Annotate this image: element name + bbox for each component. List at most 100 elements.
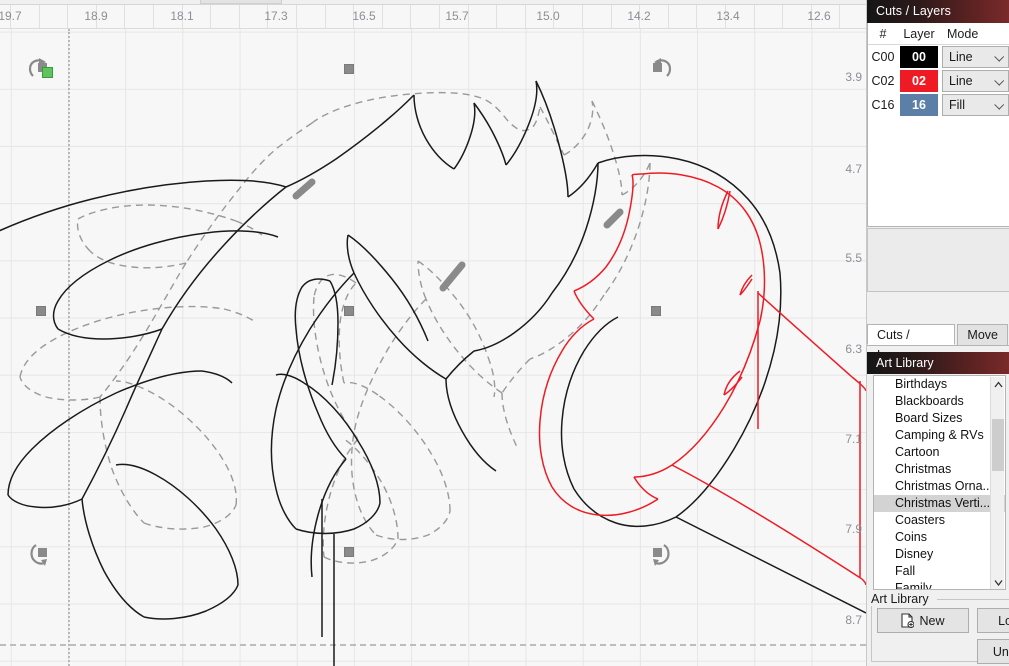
chevron-down-icon: [994, 99, 1005, 110]
art-library-item[interactable]: Christmas Orna...: [874, 478, 1005, 495]
ruler-label: 15.0: [536, 9, 560, 23]
cuts-empty-area[interactable]: [868, 117, 1009, 221]
ruler-label: 13.4: [716, 9, 740, 23]
art-library-item[interactable]: Cartoon: [874, 444, 1005, 461]
ruler-tick: [524, 5, 526, 28]
mode-value: Line: [949, 74, 973, 88]
ruler-label: 12.6: [807, 9, 831, 23]
new-document-icon: [901, 613, 915, 628]
ruler-tick: [153, 5, 154, 28]
new-button[interactable]: New: [877, 608, 969, 633]
cut-row[interactable]: C02 02 Line: [868, 69, 1009, 93]
art-library-item[interactable]: Coasters: [874, 512, 1005, 529]
load-button[interactable]: Load: [977, 608, 1009, 633]
mode-dropdown[interactable]: Line: [942, 70, 1009, 92]
rotate-handle-bottom-right[interactable]: [646, 539, 674, 567]
tab-cuts-layers[interactable]: Cuts / Layers: [867, 324, 956, 362]
ruler-tick: [210, 5, 212, 28]
ruler-label: 19.7: [0, 9, 22, 23]
scrollbar-thumb[interactable]: [992, 419, 1004, 471]
art-library-item[interactable]: Birthdays: [874, 376, 1005, 393]
scroll-down-icon[interactable]: [991, 575, 1005, 589]
new-button-label: New: [919, 613, 945, 628]
ruler-tick: [296, 5, 297, 28]
red-layer-paths: [538, 172, 866, 586]
selection-handle-mid-right[interactable]: [651, 306, 661, 316]
cut-number: C00: [871, 50, 895, 64]
selection-handle-top-mid[interactable]: [344, 64, 354, 74]
rotate-handle-bottom-left[interactable]: [26, 539, 54, 567]
tab-move[interactable]: Move: [957, 324, 1008, 345]
ruler-tick: [381, 5, 383, 28]
ruler-tick: [839, 5, 841, 28]
cuts-properties-area: [867, 228, 1009, 292]
layer-color-swatch[interactable]: 02: [900, 70, 938, 92]
mode-value: Fill: [949, 98, 965, 112]
layer-color-swatch[interactable]: 00: [900, 46, 938, 68]
art-library-item[interactable]: Blackboards: [874, 393, 1005, 410]
column-header-layer: Layer: [903, 26, 935, 41]
mode-dropdown[interactable]: Fill: [942, 94, 1009, 116]
design-canvas[interactable]: [0, 29, 866, 666]
ruler-tick: [582, 5, 583, 28]
selection-handle-bottom-mid[interactable]: [344, 547, 354, 557]
ruler-tick: [782, 5, 784, 28]
ruler-tick: [38, 5, 40, 28]
ruler-tick: [753, 5, 755, 28]
scroll-up-icon[interactable]: [991, 377, 1005, 392]
application-window: 19.7 18.9 18.1 17.3 16.5 15.7 15.0 14.2 13.4 12.6: [0, 0, 1009, 666]
right-dock: Cuts / Layers # Layer Mode C00 00 Line C…: [866, 0, 1009, 666]
ruler-tick: [610, 5, 612, 28]
art-library-group-label: Art Library: [869, 592, 931, 606]
group-divider: [937, 599, 1009, 600]
mode-value: Line: [949, 50, 973, 64]
rotate-handle-top-right[interactable]: [646, 54, 674, 82]
cuts-layers-table[interactable]: # Layer Mode C00 00 Line C02 02 Line C16…: [867, 23, 1009, 227]
art-library-item[interactable]: Coins: [874, 529, 1005, 546]
column-header-number: #: [879, 26, 887, 41]
ruler-tick: [124, 5, 126, 28]
ruler-label: 16.5: [352, 9, 376, 23]
ruler-tick: [238, 5, 240, 28]
selection-handle-mid-left[interactable]: [36, 306, 46, 316]
ruler-tick: [324, 5, 326, 28]
ruler-horizontal[interactable]: 19.7 18.9 18.1 17.3 16.5 15.7 15.0 14.2 13.4 12.6: [0, 5, 866, 29]
cuts-layers-panel-title: Cuts / Layers: [867, 0, 1009, 23]
art-library-list[interactable]: Birthdays Blackboards Board Sizes Camping &…: [873, 375, 1006, 590]
art-library-item[interactable]: Christmas Verti...: [874, 495, 1005, 512]
unlock-button[interactable]: Unlock: [977, 639, 1009, 664]
layer-color-swatch[interactable]: 16: [900, 94, 938, 116]
art-library-panel-title: Art Library: [867, 352, 1009, 374]
chevron-down-icon: [994, 51, 1005, 62]
art-library-item[interactable]: Board Sizes: [874, 410, 1005, 427]
load-button-label: Load: [998, 613, 1009, 628]
art-library-item[interactable]: Family: [874, 580, 1005, 589]
ruler-tick: [667, 5, 669, 28]
vector-artwork[interactable]: [0, 29, 866, 666]
unlock-button-label: Unlock: [992, 644, 1009, 659]
ruler-tick: [67, 5, 69, 28]
ruler-label: 17.3: [264, 9, 288, 23]
column-header-mode: Mode: [947, 26, 979, 41]
ruler-tick: [496, 5, 498, 28]
art-library-item[interactable]: Camping & RVs: [874, 427, 1005, 444]
cut-number: C02: [871, 74, 895, 88]
dock-tabstrip[interactable]: Cuts / Layers Move: [867, 324, 1009, 362]
ruler-tick: [410, 5, 412, 28]
mode-dropdown[interactable]: Line: [942, 46, 1009, 68]
chevron-down-icon: [994, 75, 1005, 86]
art-library-item[interactable]: Christmas: [874, 461, 1005, 478]
ruler-label: 18.9: [84, 9, 108, 23]
selection-handle-center[interactable]: [344, 306, 354, 316]
art-library-scrollbar[interactable]: [990, 377, 1005, 589]
art-library-item[interactable]: Fall: [874, 563, 1005, 580]
ruler-label: 14.2: [627, 9, 651, 23]
ruler-label: 15.7: [445, 9, 469, 23]
rotation-anchor-point[interactable]: [42, 67, 53, 78]
document-tab-stub[interactable]: [200, 0, 282, 4]
cut-row[interactable]: C16 16 Fill: [868, 93, 1009, 117]
ruler-label: 18.1: [170, 9, 194, 23]
ruler-tick: [439, 5, 440, 28]
art-library-item[interactable]: Disney: [874, 546, 1005, 563]
cut-row[interactable]: C00 00 Line: [868, 45, 1009, 69]
